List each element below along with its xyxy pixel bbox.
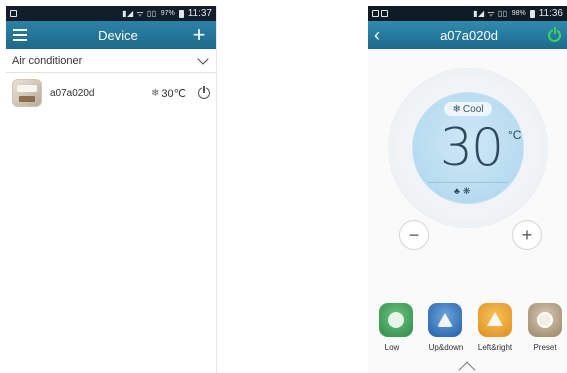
device-name: a07a020d	[50, 87, 95, 99]
swing-horizontal-label: Left&right	[477, 343, 513, 352]
divider	[428, 182, 508, 183]
device-temperature: 30℃	[161, 87, 186, 100]
notification-icon	[381, 10, 388, 17]
category-label: Air conditioner	[12, 54, 83, 67]
add-device-button[interactable]: +	[189, 24, 209, 46]
device-thumbnail	[12, 79, 42, 107]
preset-button[interactable]	[528, 303, 562, 337]
fan-icon	[388, 312, 404, 328]
notification-icon	[10, 10, 17, 17]
signal-icon: ▮◢ ᯤ ▯▯	[473, 9, 508, 18]
back-button[interactable]: ‹	[374, 25, 390, 46]
swing-updown-icon	[437, 313, 453, 327]
swing-vertical-label: Up&down	[428, 343, 464, 352]
status-bar: ▮◢ ᯤ ▯▯ 97% 11:37	[6, 6, 216, 21]
signal-icon: ▮◢ ᯤ ▯▯	[122, 9, 157, 18]
swing-horizontal-button[interactable]	[478, 303, 512, 337]
clock: 11:36	[538, 8, 563, 19]
chevron-up-icon[interactable]	[458, 361, 476, 373]
app-bar: Device +	[6, 21, 216, 49]
decrease-temperature-button[interactable]: −	[399, 220, 429, 250]
temperature-unit: °C	[508, 128, 522, 142]
clock-icon	[537, 312, 553, 328]
battery-icon	[529, 9, 535, 18]
mode-badge[interactable]: ❄ Cool	[444, 102, 492, 116]
swing-vertical-button[interactable]	[428, 303, 462, 337]
battery-percent: 98%	[511, 10, 526, 17]
battery-percent: 97%	[160, 10, 175, 17]
fan-speed-label: Low	[384, 343, 400, 352]
device-control-screen: ▮◢ ᯤ ▯▯ 98% 11:36 ‹ a07a020d ❄ Cool 30 °…	[368, 6, 567, 373]
category-header[interactable]: Air conditioner	[6, 49, 216, 73]
set-temperature: 30	[439, 118, 504, 178]
menu-icon[interactable]	[13, 29, 27, 41]
increase-temperature-button[interactable]: +	[512, 220, 542, 250]
app-bar: ‹ a07a020d	[368, 21, 567, 49]
mode-label: Cool	[462, 103, 484, 115]
device-list-screen: ▮◢ ᯤ ▯▯ 97% 11:37 Device + Air condition…	[6, 6, 217, 373]
preset-label: Preset	[533, 343, 557, 352]
page-title: Device	[98, 27, 138, 43]
clock: 11:37	[187, 8, 212, 19]
fan-indicator-icon: ♣❋	[454, 186, 474, 196]
swing-leftright-icon	[487, 312, 503, 326]
power-icon[interactable]	[198, 85, 210, 99]
battery-icon	[178, 9, 184, 18]
snowflake-icon: ❄	[151, 87, 160, 99]
chevron-down-icon	[197, 52, 209, 65]
fan-speed-button[interactable]	[379, 303, 413, 337]
status-bar: ▮◢ ᯤ ▯▯ 98% 11:36	[368, 6, 567, 21]
notification-icon	[372, 10, 379, 17]
power-button[interactable]	[548, 26, 561, 42]
device-list-item[interactable]: a07a020d ❄ 30℃	[6, 73, 216, 113]
snowflake-icon: ❄	[452, 103, 461, 115]
page-title: a07a020d	[440, 27, 498, 43]
